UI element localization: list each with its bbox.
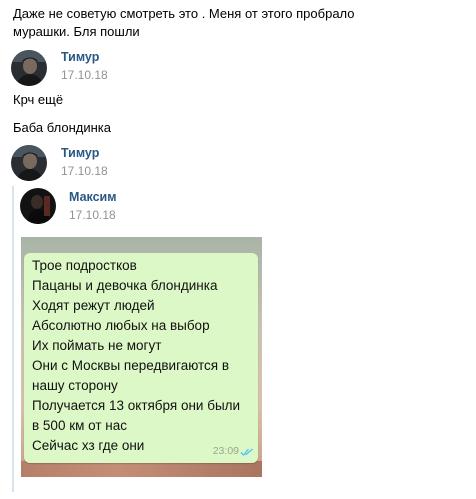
whatsapp-message-bubble: Трое подростков Пацаны и девочка блондин…	[24, 253, 258, 463]
bubble-text-line: Трое подростков	[32, 258, 137, 273]
author-name[interactable]: Тимур	[61, 50, 99, 64]
message-text-line: Баба блондинка	[13, 120, 111, 135]
forwarded-message-bar	[12, 186, 14, 492]
avatar[interactable]	[11, 50, 47, 86]
bubble-text-line: нашу сторону	[32, 378, 118, 393]
bubble-text-line: Их поймать не могут	[32, 338, 162, 353]
user-photo-icon	[11, 50, 47, 86]
message-date[interactable]: 17.10.18	[69, 208, 116, 222]
double-check-icon	[240, 448, 253, 456]
bubble-text-line: Ходят режут людей	[32, 298, 155, 313]
photo-bottom-strip	[21, 461, 262, 477]
message-date[interactable]: 17.10.18	[61, 68, 108, 82]
user-photo-icon	[20, 188, 56, 224]
author-name[interactable]: Максим	[69, 190, 117, 204]
bubble-time: 23:09	[212, 445, 239, 457]
bubble-text-line: Абсолютно любых на выбор	[32, 318, 210, 333]
user-photo-icon	[11, 145, 47, 181]
bubble-text-line: в 500 км от нас	[32, 418, 127, 433]
bubble-text-line: Они с Москвы передвигаются в	[32, 358, 230, 373]
message-text-line: Даже не советую смотреть это . Меня от э…	[13, 6, 355, 21]
bubble-text-line: Пацаны и девочка блондинка	[32, 278, 218, 293]
bubble-text-line: Получается 13 октября они были	[32, 398, 241, 413]
photo-attachment[interactable]: Трое подростков Пацаны и девочка блондин…	[21, 237, 262, 477]
bubble-text-line: Сейчас хз где они	[32, 438, 145, 453]
message-text-line: мурашки. Бля пошли	[13, 24, 140, 39]
avatar[interactable]	[20, 188, 56, 224]
message-text-line: Крч ещё	[13, 92, 64, 107]
author-name[interactable]: Тимур	[61, 146, 99, 160]
message-date[interactable]: 17.10.18	[61, 164, 108, 178]
avatar[interactable]	[11, 145, 47, 181]
